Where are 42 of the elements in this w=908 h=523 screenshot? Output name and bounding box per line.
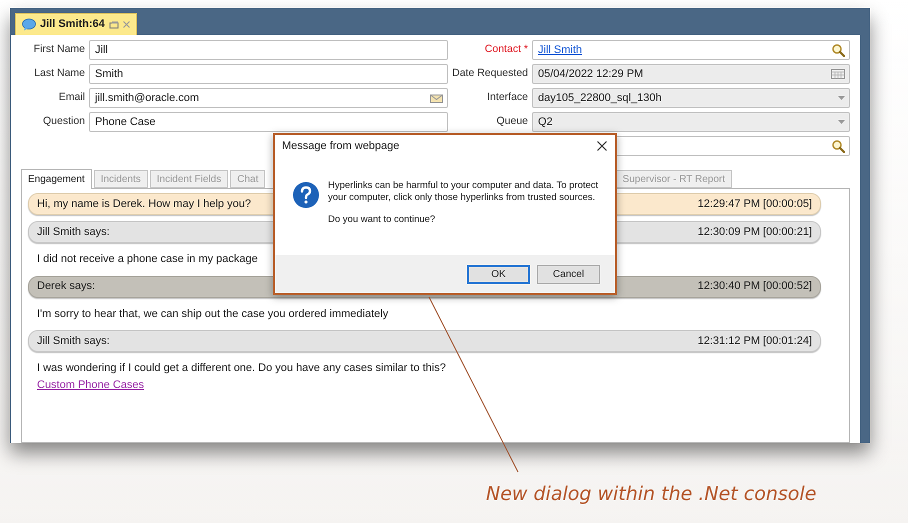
input-field[interactable]: Jill [89,40,448,60]
annotation-caption: New dialog within the .Net console [486,482,816,507]
input-field[interactable]: jill.smith@oracle.com [89,88,448,108]
timestamp: 12:31:12 PM [00:01:24] [698,334,812,349]
speech-bubble-icon [22,18,36,31]
chat-message: I was wondering if I could get a different one. Do you have any cases similar to this? [37,361,446,376]
input-field[interactable]: Phone Case [89,112,448,132]
field-label: Email [58,90,85,106]
dialog-question: Do you want to continue? [328,214,436,226]
chat-message: I did not receive a phone case in my package [37,252,258,267]
tab[interactable]: Engagement [21,169,92,189]
search-icon[interactable] [832,140,845,152]
cancel-button[interactable]: Cancel [537,264,600,284]
ok-button[interactable]: OK [467,264,530,284]
timestamp: 12:30:09 PM [00:00:21] [698,224,812,240]
tab-title: Jill Smith:64 [40,17,105,32]
field-label: Contact * [484,42,528,58]
field-label: Question [42,114,85,130]
float-window-icon[interactable] [108,20,119,28]
input-field[interactable]: Smith [89,64,448,84]
field-label: Date Requested [452,66,528,82]
contact-link[interactable]: Jill Smith [538,42,582,58]
close-icon[interactable] [597,141,607,151]
chat-header-text: Jill Smith says: [37,334,110,349]
envelope-icon[interactable] [430,93,443,103]
question-mark-icon [292,181,320,209]
dialog-title: Message from webpage [282,138,400,154]
document-tab[interactable]: Jill Smith:64 [15,13,137,35]
timestamp: 12:30:40 PM [00:00:52] [698,279,812,294]
field-label: Interface [487,90,528,106]
message-link[interactable]: Custom Phone Cases [37,376,144,393]
chat-header-text: Jill Smith says: [37,224,110,240]
chat-header-text: Derek says: [37,279,96,294]
field-label: First Name [34,42,85,58]
dialog-message: Hyperlinks can be harmful to your computer and data. To protect your computer, click only those hyperlinks from trusted sources. [328,180,600,203]
field-label: Last Name [34,66,85,82]
chat-message: I'm sorry to hear that, we can ship out the case you ordered immediately [37,306,388,322]
timestamp: 12:29:47 PM [00:00:05] [698,196,812,212]
chat-header-text: Hi, my name is Derek. How may I help you? [37,196,251,212]
input-field[interactable]: Jill Smith [532,40,850,60]
field-label: Queue [496,114,528,130]
search-icon[interactable] [832,44,845,56]
